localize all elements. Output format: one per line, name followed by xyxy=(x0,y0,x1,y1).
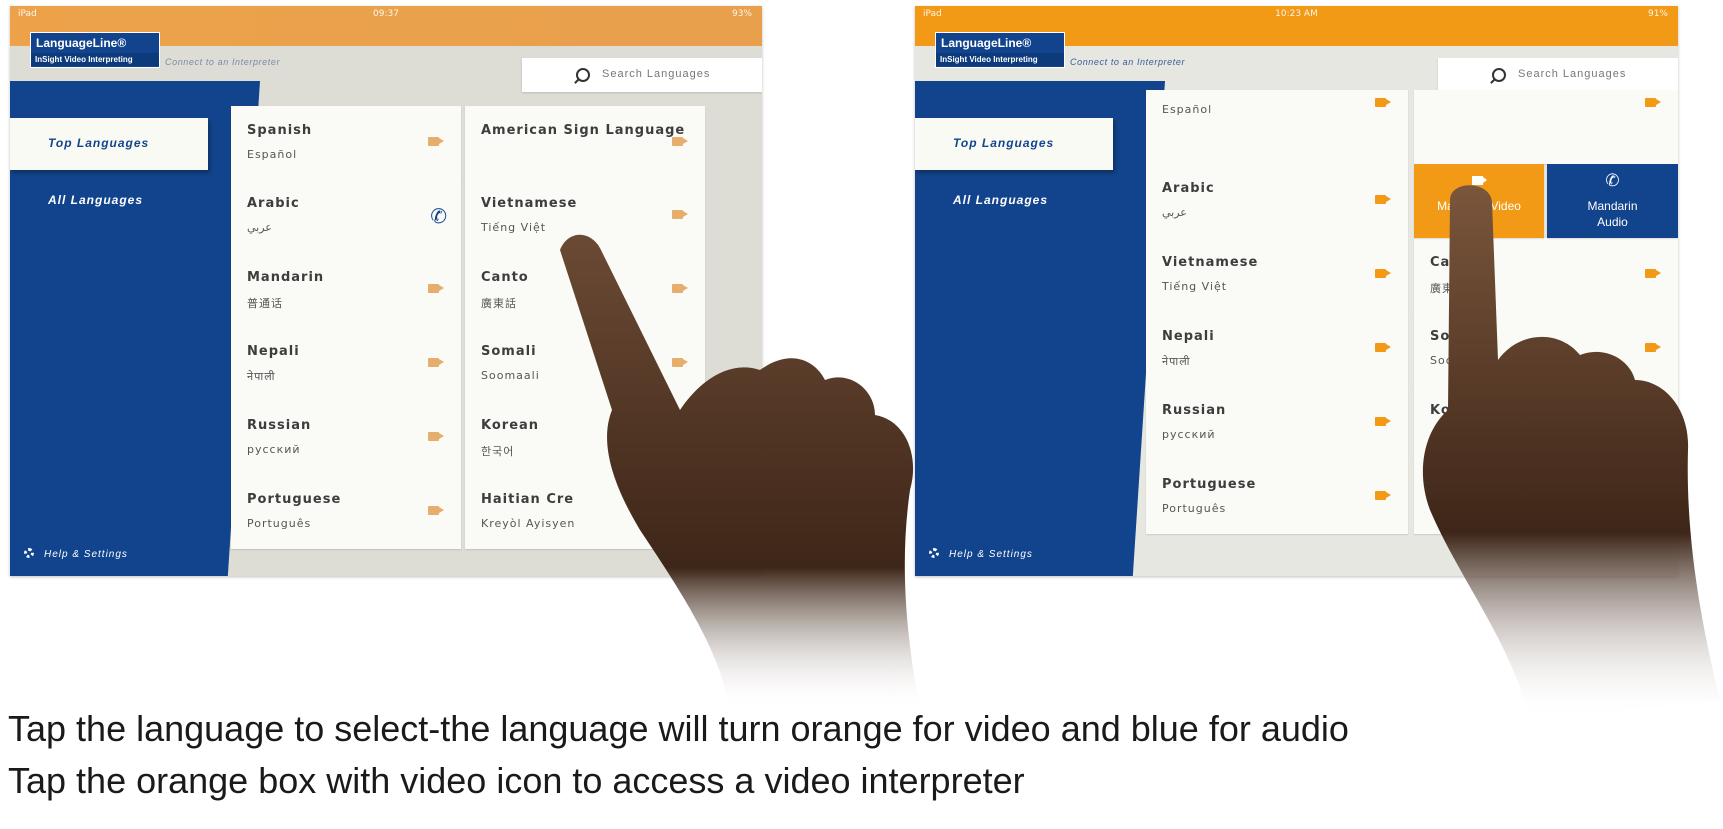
search-placeholder: Search Languages xyxy=(602,68,711,80)
language-name: Arabic xyxy=(1162,181,1215,196)
language-name: Somali xyxy=(481,344,537,359)
video-icon xyxy=(428,506,439,515)
video-icon xyxy=(1375,417,1386,426)
help-settings-button[interactable]: Help & Settings xyxy=(929,548,1033,560)
video-icon xyxy=(672,137,683,146)
language-native-name: Español xyxy=(247,148,298,161)
video-icon xyxy=(428,432,439,441)
language-native-name: 한국어 xyxy=(481,445,515,458)
language-name: Russian xyxy=(247,418,312,433)
video-icon xyxy=(672,210,683,219)
tagline: Connect to an Interpreter xyxy=(1070,57,1186,67)
status-time: 09:37 xyxy=(373,9,399,19)
search-icon xyxy=(576,68,590,82)
language-tile[interactable]: Mandarin 普通话 xyxy=(231,253,461,327)
status-battery: 93% xyxy=(731,9,752,19)
language-tile[interactable]: Portuguese Português xyxy=(231,475,461,549)
language-native-name: عربي xyxy=(247,221,272,234)
language-name: Portuguese xyxy=(1162,477,1257,492)
search-input[interactable]: Search Languages xyxy=(1438,58,1678,92)
language-name: Vietnamese xyxy=(481,196,578,211)
language-native-name: русский xyxy=(1162,428,1216,441)
language-tile[interactable]: Russian русский xyxy=(1146,386,1408,460)
search-input[interactable]: Search Languages xyxy=(522,58,762,92)
language-name: Russian xyxy=(1162,403,1227,418)
language-native-name: नेपाली xyxy=(1162,355,1191,368)
sidebar-item-all-languages[interactable]: All Languages xyxy=(48,193,143,207)
video-icon xyxy=(1375,491,1386,500)
language-name: Portuguese xyxy=(247,492,342,507)
language-native-name: Tiếng Việt xyxy=(481,221,547,234)
language-name: Mandarin xyxy=(247,270,325,285)
help-settings-button[interactable]: Help & Settings xyxy=(24,548,128,560)
language-tile[interactable]: Nepali नेपाली xyxy=(231,327,461,401)
sidebar-item-top-languages[interactable]: Top Languages xyxy=(915,118,1113,170)
status-battery: 91% xyxy=(1647,9,1668,19)
language-tile[interactable]: Portuguese Português xyxy=(1146,460,1408,534)
language-name: American Sign Language xyxy=(481,123,686,138)
language-name: Arabic xyxy=(247,196,300,211)
language-name: Korean xyxy=(481,418,540,433)
search-placeholder: Search Languages xyxy=(1518,68,1627,80)
language-tile[interactable]: American Sign Language xyxy=(465,106,705,180)
video-icon xyxy=(1375,343,1386,352)
languageline-logo: LanguageLine® InSight Video Interpreting xyxy=(935,32,1065,68)
status-device: iPad xyxy=(923,9,942,19)
language-native-name: русский xyxy=(247,443,301,456)
sidebar-item-all-languages[interactable]: All Languages xyxy=(953,193,1048,207)
language-native-name: Português xyxy=(247,517,312,530)
search-icon xyxy=(1492,68,1506,82)
language-name: Nepali xyxy=(247,344,300,359)
language-native-name: عربي xyxy=(1162,206,1187,219)
video-icon xyxy=(428,358,439,367)
language-native-name: 普通话 xyxy=(247,297,283,310)
video-icon xyxy=(428,137,439,146)
language-name: Vietnamese xyxy=(1162,255,1259,270)
caption-line-1: Tap the language to select-the language … xyxy=(8,708,1349,749)
language-tile[interactable]: Arabic عربي ✆ xyxy=(231,179,461,253)
sidebar-item-top-languages[interactable]: Top Languages xyxy=(10,118,208,170)
languageline-logo: LanguageLine® InSight Video Interpreting xyxy=(30,32,160,68)
pointing-hand-image xyxy=(1422,185,1720,720)
language-tile[interactable]: Español xyxy=(1146,90,1408,164)
status-device: iPad xyxy=(18,9,37,19)
video-icon xyxy=(428,284,439,293)
video-icon xyxy=(1375,195,1386,204)
language-tile[interactable]: Spanish Español xyxy=(231,106,461,180)
language-tile[interactable] xyxy=(1414,90,1678,164)
language-native-name: Tiếng Việt xyxy=(1162,280,1228,293)
language-name: Nepali xyxy=(1162,329,1215,344)
video-icon xyxy=(1375,98,1386,107)
pointing-hand-image xyxy=(560,234,920,711)
language-tile[interactable]: Nepali नेपाली xyxy=(1146,312,1408,386)
language-native-name: Español xyxy=(1162,103,1213,116)
caption-line-2: Tap the orange box with video icon to ac… xyxy=(8,760,1025,801)
language-native-name: 廣東話 xyxy=(481,297,517,310)
language-name: Canto xyxy=(481,270,529,285)
status-time: 10:23 AM xyxy=(1275,9,1318,19)
language-native-name: नेपाली xyxy=(247,370,276,383)
video-icon xyxy=(1645,98,1656,107)
language-tile[interactable]: Arabic عربي xyxy=(1146,164,1408,238)
language-tile[interactable]: Vietnamese Tiếng Việt xyxy=(1146,238,1408,312)
language-name: Spanish xyxy=(247,123,313,138)
language-tile[interactable]: Russian русский xyxy=(231,401,461,475)
video-icon xyxy=(1375,269,1386,278)
phone-icon: ✆ xyxy=(430,204,447,228)
language-native-name: Soomaali xyxy=(481,369,540,382)
language-native-name: Português xyxy=(1162,502,1227,515)
tagline: Connect to an Interpreter xyxy=(165,57,281,67)
gear-icon xyxy=(24,548,34,558)
